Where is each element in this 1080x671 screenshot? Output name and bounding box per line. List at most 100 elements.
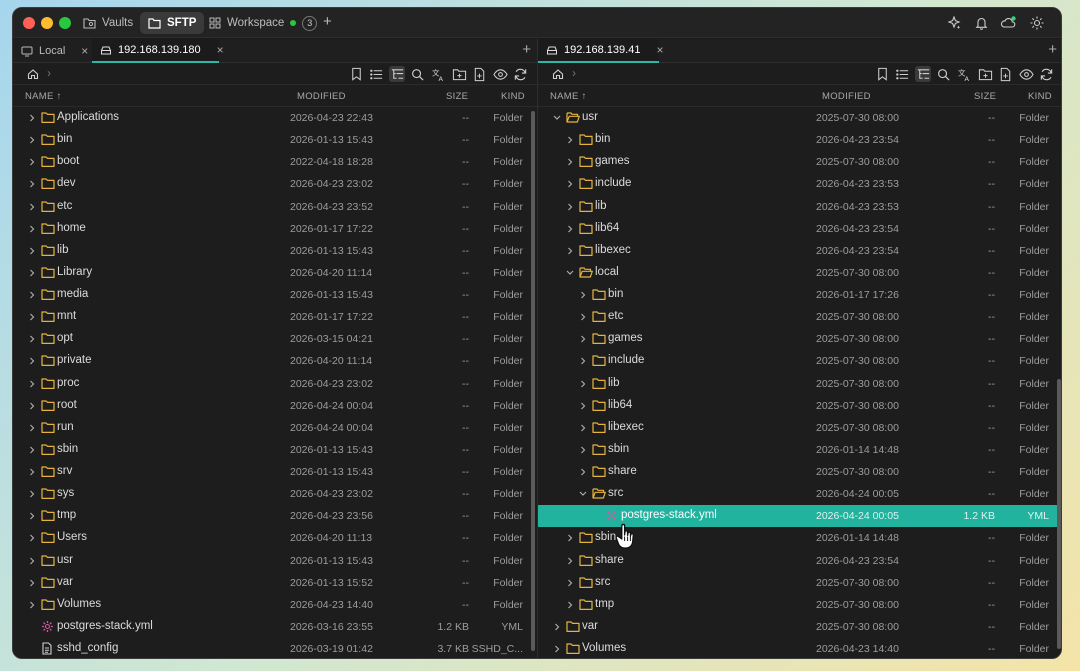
chevron-right-icon[interactable] [565,244,575,258]
folder-row[interactable]: Library 2026-04-20 11:14 -- Folder [13,262,537,284]
folder-row[interactable]: lib 2026-04-23 23:53 -- Folder [538,196,1061,218]
column-modified-header[interactable]: MODIFIED [822,91,871,102]
chevron-right-icon[interactable] [27,177,37,191]
folder-row[interactable]: Volumes 2026-04-23 14:40 -- Folder [538,638,1061,658]
folder-row[interactable]: usr 2025-07-30 08:00 -- Folder [538,107,1061,129]
minimize-window-button[interactable] [41,17,53,29]
chevron-right-icon[interactable] [27,310,37,324]
folder-row[interactable]: boot 2022-04-18 18:28 -- Folder [13,151,537,173]
folder-row[interactable]: bin 2026-01-17 17:26 -- Folder [538,284,1061,306]
folder-row[interactable]: root 2026-04-24 00:04 -- Folder [13,395,537,417]
chevron-right-icon[interactable] [27,377,37,391]
chevron-right-icon[interactable] [27,354,37,368]
left-scrollbar[interactable] [531,111,535,651]
add-tab-button[interactable]: + [1048,41,1057,58]
folder-row[interactable]: libexec 2026-04-23 23:54 -- Folder [538,240,1061,262]
chevron-right-icon[interactable] [565,554,575,568]
chevron-right-icon[interactable] [565,576,575,590]
folder-row[interactable]: srv 2026-01-13 15:43 -- Folder [13,461,537,483]
folder-row[interactable]: sbin 2026-01-13 15:43 -- Folder [13,439,537,461]
tab-sftp[interactable]: SFTP [140,12,205,34]
bookmark-icon[interactable] [348,66,364,82]
chevron-right-icon[interactable] [27,332,37,346]
chevron-right-icon[interactable] [27,576,37,590]
folder-row[interactable]: share 2025-07-30 08:00 -- Folder [538,461,1061,483]
chevron-right-icon[interactable] [27,288,37,302]
tab-workspace[interactable]: Workspace 3 [201,12,325,34]
new-file-icon[interactable] [998,66,1014,82]
cloud-sync-icon[interactable] [999,14,1017,32]
close-window-button[interactable] [23,17,35,29]
home-icon[interactable] [550,66,566,82]
chevron-right-icon[interactable] [27,598,37,612]
add-tab-button[interactable]: + [522,41,531,58]
chevron-right-icon[interactable] [27,399,37,413]
new-tab-button[interactable]: + [323,13,332,30]
close-tab-icon[interactable]: × [656,43,663,57]
translate-icon[interactable]: 文A [956,66,972,82]
home-icon[interactable] [25,66,41,82]
folder-row[interactable]: local 2025-07-30 08:00 -- Folder [538,262,1061,284]
translate-icon[interactable]: 文A [430,66,446,82]
folder-row[interactable]: Users 2026-04-20 11:13 -- Folder [13,527,537,549]
folder-row[interactable]: bin 2026-01-13 15:43 -- Folder [13,129,537,151]
chevron-right-icon[interactable] [27,244,37,258]
tab-local[interactable]: Local × [13,39,91,63]
settings-sun-icon[interactable] [1028,14,1046,32]
chevron-right-icon[interactable] [27,200,37,214]
column-size-header[interactable]: SIZE [446,91,468,102]
chevron-right-icon[interactable] [565,222,575,236]
tab-vaults[interactable]: Vaults [75,12,141,34]
folder-row[interactable]: media 2026-01-13 15:43 -- Folder [13,284,537,306]
folder-row[interactable]: private 2026-04-20 11:14 -- Folder [13,350,537,372]
folder-row[interactable]: home 2026-01-17 17:22 -- Folder [13,218,537,240]
folder-row[interactable]: var 2026-01-13 15:52 -- Folder [13,572,537,594]
chevron-right-icon[interactable] [565,133,575,147]
chevron-right-icon[interactable] [27,155,37,169]
chevron-right-icon[interactable] [578,310,588,324]
chevron-right-icon[interactable] [27,421,37,435]
column-name-header[interactable]: NAME ↑ [25,91,62,102]
new-file-icon[interactable] [472,66,488,82]
column-kind-header[interactable]: KIND [501,91,525,102]
chevron-right-icon[interactable] [578,377,588,391]
new-folder-icon[interactable] [451,66,467,82]
folder-row[interactable]: lib 2026-01-13 15:43 -- Folder [13,240,537,262]
folder-row[interactable]: etc 2025-07-30 08:00 -- Folder [538,306,1061,328]
search-icon[interactable] [410,66,426,82]
sparkle-icon[interactable] [945,14,963,32]
chevron-right-icon[interactable] [552,642,562,656]
file-row[interactable]: postgres-stack.yml 2026-03-16 23:55 1.2 KB… [13,616,537,638]
folder-row[interactable]: include 2025-07-30 08:00 -- Folder [538,350,1061,372]
list-icon[interactable] [895,66,911,82]
folder-row[interactable]: sbin 2026-01-14 14:48 -- Folder [538,439,1061,461]
folder-row[interactable]: include 2026-04-23 23:53 -- Folder [538,173,1061,195]
new-folder-icon[interactable] [977,66,993,82]
close-tab-icon[interactable]: × [217,43,224,57]
chevron-down-icon[interactable] [565,266,575,280]
column-name-header[interactable]: NAME ↑ [550,91,587,102]
folder-row[interactable]: games 2025-07-30 08:00 -- Folder [538,151,1061,173]
chevron-right-icon[interactable] [27,465,37,479]
list-icon[interactable] [369,66,385,82]
tab-host-41[interactable]: 192.168.139.41 × [538,39,663,63]
tree-view-icon[interactable] [915,66,932,82]
eye-icon[interactable] [1018,66,1034,82]
chevron-right-icon[interactable] [578,354,588,368]
column-size-header[interactable]: SIZE [974,91,996,102]
folder-row[interactable]: src 2026-04-24 00:05 -- Folder [538,483,1061,505]
folder-row[interactable]: games 2025-07-30 08:00 -- Folder [538,328,1061,350]
folder-row[interactable]: lib64 2026-04-23 23:54 -- Folder [538,218,1061,240]
tab-host-180[interactable]: 192.168.139.180 × [92,39,224,63]
chevron-right-icon[interactable] [27,111,37,125]
right-scrollbar[interactable] [1057,379,1061,649]
chevron-down-icon[interactable] [552,111,562,125]
folder-row[interactable]: usr 2026-01-13 15:43 -- Folder [13,550,537,572]
chevron-right-icon[interactable] [27,443,37,457]
folder-row[interactable]: src 2025-07-30 08:00 -- Folder [538,572,1061,594]
folder-row[interactable]: bin 2026-04-23 23:54 -- Folder [538,129,1061,151]
folder-row[interactable]: opt 2026-03-15 04:21 -- Folder [13,328,537,350]
column-modified-header[interactable]: MODIFIED [297,91,346,102]
chevron-right-icon[interactable] [27,487,37,501]
refresh-icon[interactable] [1039,66,1055,82]
